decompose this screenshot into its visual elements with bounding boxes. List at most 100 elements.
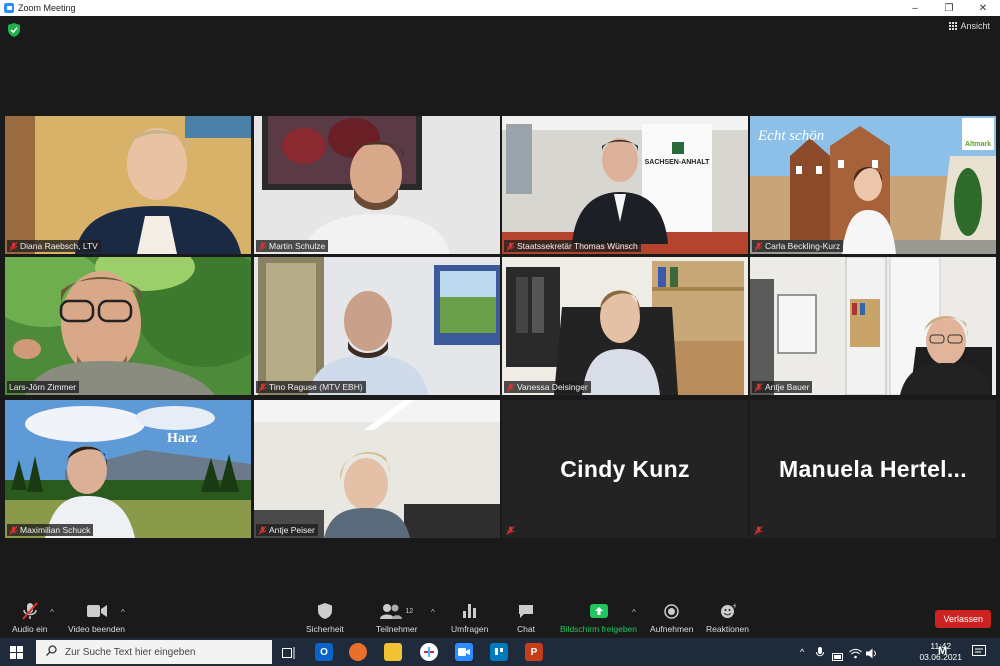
video-tile-camera-off[interactable]: Manuela Hertel... [750, 400, 996, 538]
slack-icon[interactable] [420, 643, 438, 661]
participant-name-tag: Vanessa Deisinger [504, 381, 591, 393]
participant-name: Antje Peiser [269, 525, 315, 535]
participant-name: Lars-Jörn Zimmer [9, 382, 77, 392]
background-brand: Harz [167, 431, 197, 446]
chat-button[interactable]: Chat [517, 601, 535, 634]
share-screen-button[interactable]: Bildschirm freigeben [560, 601, 637, 634]
participant-video: SACHSEN-ANHALT [502, 116, 748, 254]
video-tile-camera-off[interactable]: Cindy Kunz [502, 400, 748, 538]
video-button[interactable]: Video beenden [68, 601, 125, 634]
polls-button[interactable]: Umfragen [451, 601, 488, 634]
share-screen-icon [589, 601, 608, 621]
zoom-logo-icon [4, 3, 14, 13]
microphone-tray-icon[interactable] [816, 646, 824, 664]
participant-video [5, 257, 251, 395]
battery-icon[interactable] [832, 648, 844, 666]
zoom-app-icon[interactable] [455, 643, 473, 661]
audio-label: Audio ein [12, 624, 48, 634]
participant-name: Diana Raebsch, LTV [20, 241, 98, 251]
task-view-icon[interactable] [282, 646, 296, 664]
video-tile[interactable]: Antje Peiser [254, 400, 500, 538]
close-window-button[interactable]: ✕ [966, 3, 1000, 14]
reaction-emoji-icon: + [720, 601, 736, 621]
grid-view-icon [949, 22, 958, 30]
record-label: Aufnehmen [650, 624, 694, 634]
participant-name-tag: Antje Peiser [256, 524, 318, 536]
participant-name: Tino Raguse (MTV EBH) [269, 382, 363, 392]
participants-button[interactable]: 12 Teilnehmer [376, 601, 418, 634]
mic-muted-icon [9, 525, 18, 535]
video-tile[interactable]: Harz Maximilian Schuck [5, 400, 251, 538]
wifi-icon[interactable] [849, 646, 862, 664]
participant-video [254, 400, 500, 538]
encryption-shield-icon[interactable] [8, 23, 20, 37]
video-camera-icon [86, 601, 107, 621]
video-tile[interactable]: Antje Bauer [750, 257, 996, 395]
mic-muted-icon [258, 382, 267, 392]
participant-video [254, 257, 500, 395]
window-title: Zoom Meeting [18, 3, 76, 13]
video-tile-active-speaker[interactable]: Lars-Jörn Zimmer [5, 257, 251, 395]
volume-icon[interactable] [866, 646, 878, 664]
participants-icon: 12 [380, 601, 413, 621]
gallery-view: Ansicht Diana Raebsch, LTV Martin Schulz… [0, 16, 1000, 598]
video-options-caret-icon[interactable]: ^ [121, 608, 125, 617]
notifications-icon[interactable] [972, 645, 986, 663]
audio-options-caret-icon[interactable]: ^ [50, 608, 54, 617]
participant-name: Carla Beckling-Kurz [765, 241, 841, 251]
security-shield-icon [317, 601, 332, 621]
firefox-icon[interactable] [349, 643, 367, 661]
security-label: Sicherheit [306, 624, 344, 634]
minimize-button[interactable]: – [898, 3, 932, 14]
mic-muted-icon [754, 382, 763, 392]
video-tile[interactable]: Vanessa Deisinger [502, 257, 748, 395]
participant-name: Antje Bauer [765, 382, 810, 392]
miro-tray-icon[interactable]: M [938, 645, 947, 657]
participants-options-caret-icon[interactable]: ^ [431, 608, 435, 617]
participant-name: Martin Schulze [269, 241, 326, 251]
participant-video [5, 116, 251, 254]
maximize-button[interactable]: ❐ [932, 3, 966, 14]
participant-name-tag: Carla Beckling-Kurz [752, 240, 844, 252]
sign-title: SACHSEN-ANHALT [645, 159, 711, 166]
windows-start-icon[interactable] [10, 646, 23, 664]
participant-display-name: Cindy Kunz [560, 455, 690, 482]
video-tile[interactable]: Tino Raguse (MTV EBH) [254, 257, 500, 395]
powerpoint-icon[interactable]: P [525, 643, 543, 661]
video-tile[interactable]: Martin Schulze [254, 116, 500, 254]
polls-label: Umfragen [451, 624, 489, 634]
video-label: Video beenden [68, 624, 126, 634]
background-brand: Altmark [965, 141, 991, 148]
reactions-button[interactable]: + Reaktionen [706, 601, 749, 634]
participant-name-tag: Martin Schulze [256, 240, 329, 252]
participant-name: Vanessa Deisinger [517, 382, 588, 392]
participant-name-tag: Diana Raebsch, LTV [7, 240, 101, 252]
leave-meeting-button[interactable]: Verlassen [935, 610, 991, 628]
mic-muted-icon [754, 241, 763, 251]
chat-bubble-icon [518, 601, 534, 621]
mic-muted-icon [21, 601, 39, 621]
video-tile[interactable]: SACHSEN-ANHALT Staatssekretär Thomas Wün… [502, 116, 748, 254]
view-button[interactable]: Ansicht [949, 21, 990, 31]
file-explorer-icon[interactable] [384, 643, 402, 661]
system-tray-caret-icon[interactable]: ^ [800, 647, 804, 657]
mic-muted-icon [506, 526, 515, 535]
security-button[interactable]: Sicherheit [306, 601, 344, 634]
poll-chart-icon [462, 601, 477, 621]
mic-muted-icon [754, 526, 763, 535]
video-tile[interactable]: Diana Raebsch, LTV [5, 116, 251, 254]
record-icon [664, 601, 679, 621]
participant-video [502, 257, 748, 395]
participant-name-tag: Antje Bauer [752, 381, 813, 393]
audio-button[interactable]: Audio ein [12, 601, 47, 634]
meeting-controls: Audio ein ^ Video beenden ^ Sicherheit 1… [0, 598, 1000, 638]
participant-name: Staatssekretär Thomas Wünsch [517, 241, 638, 251]
share-options-caret-icon[interactable]: ^ [632, 608, 636, 617]
video-tile[interactable]: Altmark Echt schön Carla Beckling-Kurz [750, 116, 996, 254]
participant-name-tag: Staatssekretär Thomas Wünsch [504, 240, 641, 252]
taskbar-search-box[interactable]: Zur Suche Text hier eingeben [36, 640, 272, 664]
record-button[interactable]: Aufnehmen [650, 601, 693, 634]
svg-text:+: + [732, 603, 736, 610]
outlook-icon[interactable]: O [315, 643, 333, 661]
trello-icon[interactable] [490, 643, 508, 661]
